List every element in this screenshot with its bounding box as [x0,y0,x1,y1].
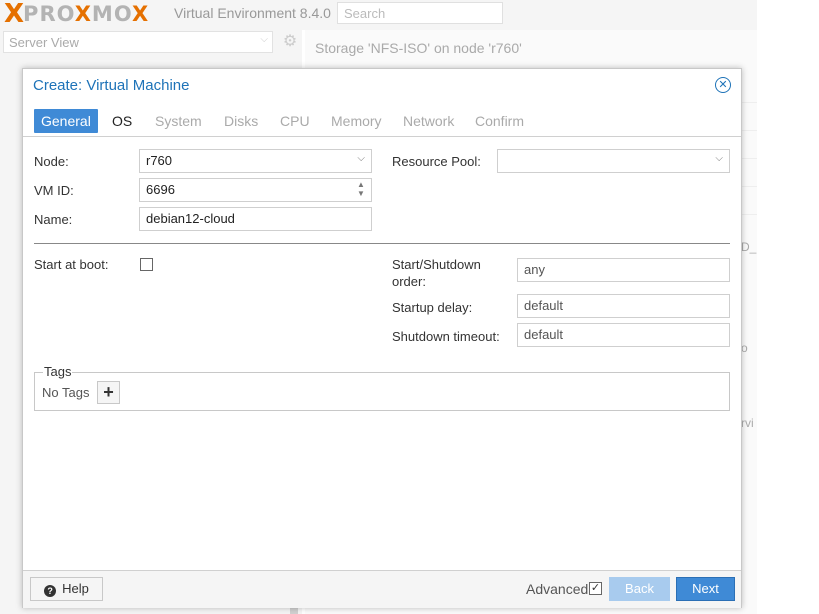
startup-delay-value: default [524,298,564,313]
help-button[interactable]: ? Help [30,577,103,601]
server-view-select[interactable]: Server View ⌵ [3,31,273,53]
grid-row-divider [742,214,757,215]
spinner-arrows-icon[interactable]: ▲ ▼ [356,180,366,200]
tab-confirm[interactable]: Confirm [475,109,524,133]
node-label: Node: [34,154,69,169]
close-icon[interactable]: ✕ [715,77,731,93]
version-label: Virtual Environment 8.4.0 [174,5,331,21]
tab-network[interactable]: Network [403,109,454,133]
logo-x-mark: X [4,0,24,29]
startup-delay-input[interactable]: default [517,294,730,318]
tab-general[interactable]: General [34,109,98,133]
back-button[interactable]: Back [609,577,670,601]
shutdown-timeout-value: default [524,327,564,342]
grid-row-divider [742,102,757,103]
dialog-footer: ? Help Advanced ✓ Back Next [23,570,741,608]
tags-legend: Tags [43,364,73,379]
grid-row-divider [742,158,757,159]
start-shutdown-order-input[interactable]: any [517,258,730,282]
app-header: X PROXMOX Virtual Environment 8.4.0 Sear… [0,0,757,30]
help-button-label: Help [62,581,89,596]
logo-text: PROXMOX [23,2,150,26]
name-input[interactable]: debian12-cloud [139,207,372,231]
advanced-checkbox[interactable]: ✓ [589,582,602,595]
grid-row-divider [742,130,757,131]
server-view-value: Server View [9,35,79,50]
tab-disks[interactable]: Disks [224,109,258,133]
grid-row-divider [742,186,757,187]
start-shutdown-order-value: any [524,262,545,277]
storage-title: Storage 'NFS-ISO' on node 'r760' [315,40,522,56]
vmid-input[interactable]: 6696 ▲ ▼ [139,178,372,202]
start-shutdown-order-label: Start/Shutdown [392,257,481,272]
chevron-down-icon: ⌵ [260,34,268,45]
proxmox-logo[interactable]: X PROXMOX [4,0,150,29]
resource-pool-label: Resource Pool: [392,154,481,169]
checkmark-icon: ✓ [590,582,601,594]
tab-cpu[interactable]: CPU [280,109,310,133]
bg-text-fragment: rvi [741,416,754,430]
startup-delay-label: Startup delay: [392,300,473,315]
chevron-down-icon: ⌵ [357,153,365,164]
dialog-title: Create: Virtual Machine [33,77,190,94]
shutdown-timeout-input[interactable]: default [517,323,730,347]
bg-text-fragment: D_ [741,240,757,254]
shutdown-timeout-label: Shutdown timeout: [392,329,500,344]
chevron-down-icon: ⌵ [715,153,723,164]
tab-os[interactable]: OS [112,109,132,133]
section-separator [34,243,730,244]
no-tags-text: No Tags [42,385,90,400]
resource-pool-select[interactable]: ⌵ [497,149,730,173]
tab-system[interactable]: System [155,109,202,133]
tab-memory[interactable]: Memory [331,109,382,133]
start-at-boot-label: Start at boot: [34,257,109,272]
tags-fieldset: Tags No Tags + [34,364,730,411]
add-tag-button[interactable]: + [97,381,120,404]
start-shutdown-order-label-2: order: [392,274,426,289]
name-value: debian12-cloud [146,211,235,226]
next-button[interactable]: Next [676,577,735,601]
question-circle-icon: ? [44,585,57,597]
vmid-label: VM ID: [34,183,74,198]
node-select[interactable]: r760 ⌵ [139,149,372,173]
node-value: r760 [146,153,173,168]
name-label: Name: [34,212,73,227]
advanced-label: Advanced [526,581,589,597]
tab-divider [23,136,741,137]
create-vm-dialog: Create: Virtual Machine ✕ General OS Sys… [22,68,742,608]
vmid-value: 6696 [146,182,175,197]
plus-icon: + [103,382,114,402]
bg-text-fragment: o [741,341,748,355]
search-input[interactable]: Search [337,2,503,24]
gear-icon[interactable]: ⚙ [281,33,299,51]
start-at-boot-checkbox[interactable] [140,258,153,271]
